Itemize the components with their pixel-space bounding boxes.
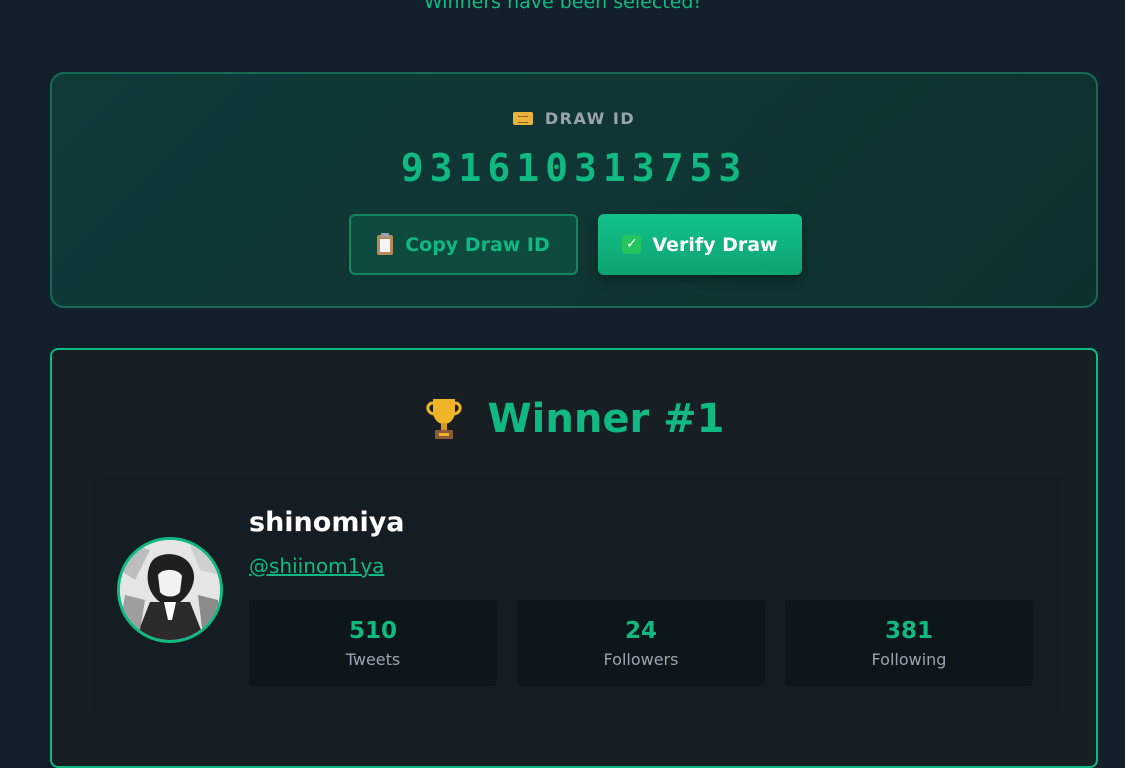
winner-handle-link[interactable]: @shiinom1ya [249,554,384,578]
winner-display-name: shinomiya [249,507,405,538]
stat-label: Followers [603,650,679,669]
stat-value: 24 [624,618,657,644]
ticket-icon [512,112,533,125]
stat-value: 381 [884,618,933,644]
draw-id-label-text: DRAW ID [544,109,636,128]
verify-draw-button[interactable]: ✓ Verify Draw [598,214,802,275]
check-icon: ✓ [622,235,642,254]
stat-following: 381 Following [785,600,1033,686]
winner-card: Winner #1 shinomiya @shiinom1ya 510 Twee… [50,348,1098,768]
draw-id-value: 931610313753 [400,146,748,190]
stat-label: Tweets [345,650,401,669]
draw-id-card: DRAW ID 931610313753 Copy Draw ID ✓ Veri… [50,72,1098,308]
stat-value: 510 [348,618,397,644]
stat-tweets: 510 Tweets [249,600,497,686]
avatar-image [120,540,220,640]
winner-title: Winner #1 [52,396,1096,442]
copy-draw-id-button[interactable]: Copy Draw ID [349,214,578,275]
draw-id-label: DRAW ID [52,109,1096,128]
winner-profile: shinomiya @shiinom1ya 510 Tweets 24 Foll… [92,474,1062,714]
trophy-icon [425,399,462,439]
copy-draw-id-label: Copy Draw ID [405,233,550,256]
verify-draw-label: Verify Draw [652,233,778,256]
status-message: Winners have been selected! [423,0,702,13]
avatar[interactable] [117,537,223,643]
clipboard-icon [377,232,394,255]
winner-title-text: Winner #1 [487,396,725,442]
stat-label: Following [871,650,947,669]
stat-followers: 24 Followers [517,600,765,686]
